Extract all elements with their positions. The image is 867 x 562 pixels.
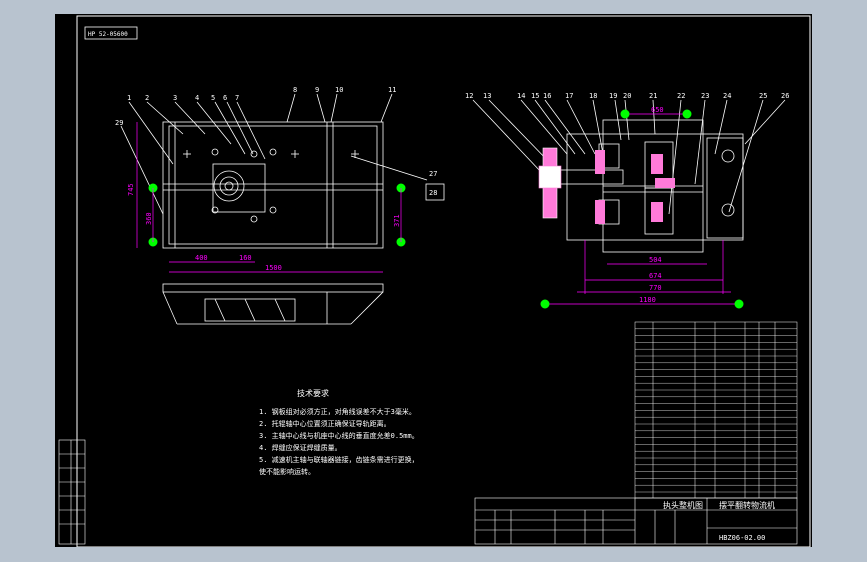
label-18: 18 [589,92,597,100]
dim-400: 400 [195,254,208,262]
dim-160: 160 [239,254,252,262]
label-6: 6 [223,94,227,102]
tech-req-line-4: 4. 焊缝应保证焊缝质量。 [259,443,342,452]
right-view [472,99,786,253]
tech-req-title: 技术要求 [297,388,329,398]
label-24: 24 [723,92,731,100]
right-view-dim-markers [540,109,744,309]
label-22: 22 [677,92,685,100]
label-15: 15 [531,92,539,100]
right-view-dims [545,113,739,305]
cad-drawing: HP 52-05600 1 2 3 4 5 6 7 8 9 10 11 29 2… [58,15,811,547]
drawing-number: HBZ06-02.00 [719,534,765,542]
dim-1180: 1180 [639,296,656,304]
title-block-text: 执头整机图 摆平翻转物流机 HBZ06-02.00 [663,500,775,542]
dim-650: 650 [651,106,664,114]
label-7: 7 [235,94,239,102]
label-25: 25 [759,92,767,100]
drawing-name: 执头整机图 [663,500,703,510]
label-2: 2 [145,94,149,102]
label-26: 26 [781,92,789,100]
left-view-dim-markers [148,183,406,247]
label-13: 13 [483,92,491,100]
label-28: 28 [429,189,437,197]
dim-371: 371 [393,214,401,227]
label-23: 23 [701,92,709,100]
parts-list-rows [635,328,797,493]
label-27: 27 [429,170,437,178]
motor-body [212,163,266,213]
label-8: 8 [293,86,297,94]
label-19: 19 [609,92,617,100]
tech-req-line-3: 3. 主轴中心线与机座中心线的垂直度允差0.5mm。 [259,431,419,440]
drawing-sheet: HP 52-05600 1 2 3 4 5 6 7 8 9 10 11 29 2… [55,14,812,547]
dim-770: 770 [649,284,662,292]
dim-360: 360 [145,212,153,225]
label-3: 3 [173,94,177,102]
label-9: 9 [315,86,319,94]
tech-req-line-2: 2. 托辊轴中心位置须正确保证导轨距离。 [259,419,391,428]
tech-req-line-5: 5. 减速机主轴与联轴器链接，齿链条需进行更换， [259,455,419,464]
label-11: 11 [388,86,396,94]
dim-745: 745 [127,183,135,196]
label-14: 14 [517,92,525,100]
label-17: 17 [565,92,573,100]
label-21: 21 [649,92,657,100]
code-box: HP 52-05600 [84,26,138,40]
dim-504: 504 [649,256,662,264]
tech-req-line-6: 使不能影响运转。 [259,467,315,476]
label-1: 1 [127,94,131,102]
dim-1500: 1500 [265,264,282,272]
tech-requirements: 技术要求 1. 钢板组对必须方正，对角线误差不大于3毫米。 2. 托辊轴中心位置… [259,388,419,476]
left-revision-table [58,439,86,545]
label-16: 16 [543,92,551,100]
side-elevation [162,283,384,325]
dim-674: 674 [649,272,662,280]
label-4: 4 [195,94,199,102]
right-view-labels: 12 13 14 15 16 17 18 19 20 21 22 23 24 2… [465,92,789,100]
left-view [120,93,428,249]
label-10: 10 [335,86,343,94]
label-12: 12 [465,92,473,100]
machine-name: 摆平翻转物流机 [719,500,775,510]
left-view-dim-text: 745 360 371 400 160 1500 [127,183,401,272]
left-view-dims [136,122,402,273]
label-5: 5 [211,94,215,102]
base-frame [162,121,384,249]
tech-req-line-1: 1. 钢板组对必须方正，对角线误差不大于3毫米。 [259,407,416,416]
code-box-text: HP 52-05600 [88,31,128,38]
label-20: 20 [623,92,631,100]
label-29: 29 [115,119,123,127]
